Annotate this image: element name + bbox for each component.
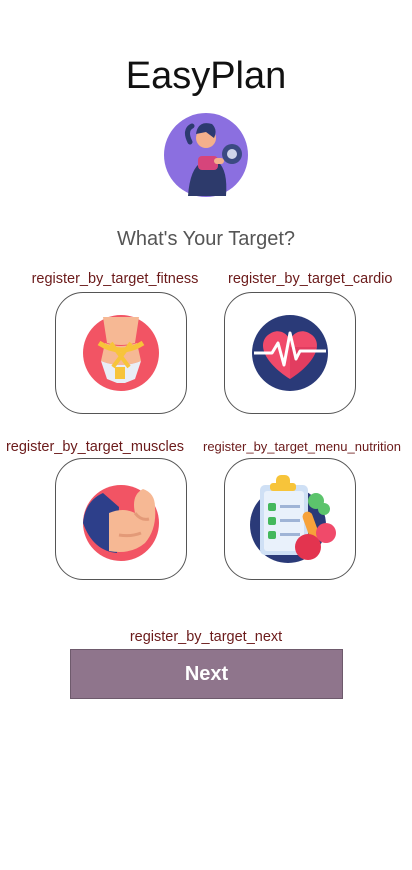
target-muscles-label: register_by_target_muscles [5, 439, 185, 455]
flexed-arm-icon [83, 485, 159, 561]
next-button[interactable]: Next [70, 649, 343, 699]
target-cardio-label: register_by_target_cardio [228, 271, 393, 287]
dumbbell-woman-icon [164, 113, 248, 197]
waist-measure-icon [83, 315, 159, 391]
target-nutrition-label: register_by_target_menu_nutrition [202, 439, 401, 454]
heartbeat-icon [252, 315, 328, 391]
next-label: register_by_target_next [129, 629, 283, 645]
nutrition-checklist-icon [250, 475, 336, 563]
app-title: EasyPlan [125, 55, 287, 97]
target-muscles-tile[interactable] [55, 458, 187, 580]
target-fitness-tile[interactable] [55, 292, 187, 414]
target-cardio-tile[interactable] [224, 292, 356, 414]
app-logo [162, 108, 250, 198]
page-subtitle: What's Your Target? [116, 228, 295, 250]
target-fitness-label: register_by_target_fitness [31, 271, 199, 287]
target-nutrition-tile[interactable] [224, 458, 356, 580]
